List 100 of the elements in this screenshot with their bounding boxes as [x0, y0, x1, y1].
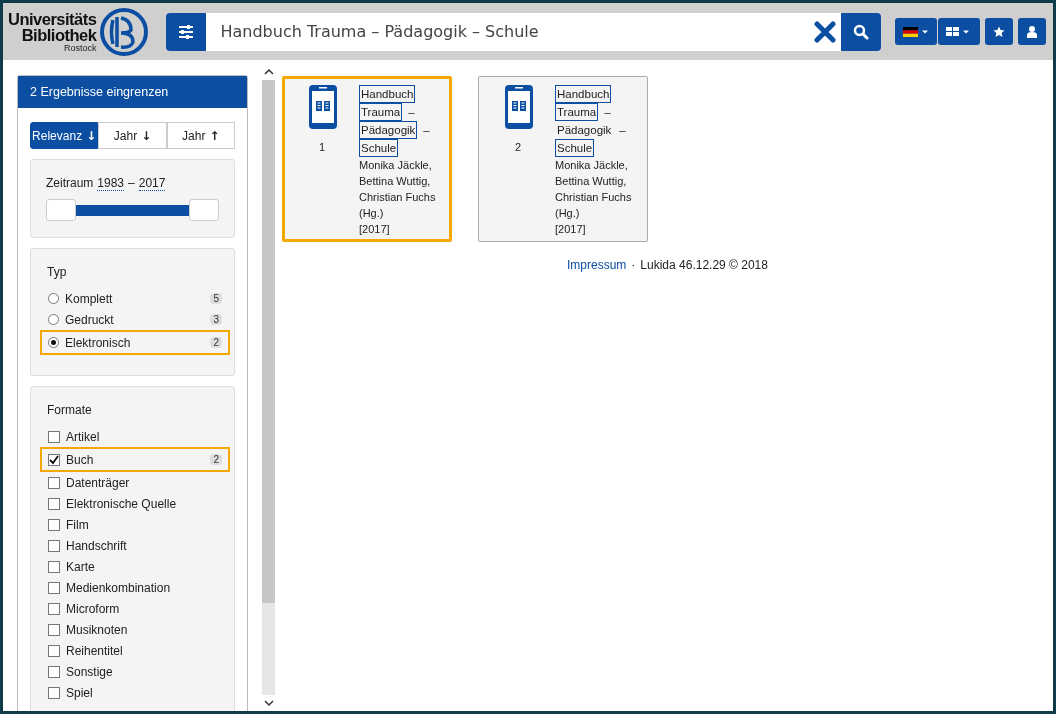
checkbox[interactable] [48, 476, 60, 489]
author-text: (Hg.) [555, 206, 581, 221]
author-text: Monika Jäckle, [359, 158, 433, 173]
sort-button[interactable]: Jahr ↑ [166, 122, 235, 149]
checkbox[interactable] [48, 686, 60, 699]
filter-option[interactable]: Komplett 5 [40, 288, 230, 309]
filter-option[interactable]: Gedruckt 3 [40, 309, 230, 330]
chevron-up-icon [263, 68, 274, 76]
ebook-icon [309, 85, 337, 129]
search-button[interactable] [841, 12, 882, 51]
filter-heading: Formate [46, 403, 93, 419]
option-label: Reihentitel [66, 643, 124, 658]
result-card[interactable]: 2 Handbuch Trauma – Pädagogik – Schule Monika Jäckle, Bettina Wuttig, Christian Fuchs (Hg.) [2017] [478, 76, 648, 242]
radio-button[interactable] [48, 293, 59, 304]
title-word: Handbuch [555, 85, 612, 103]
title-word: Trauma [555, 103, 599, 121]
logo-text: Rostock [63, 43, 97, 53]
option-label: Karte [66, 559, 96, 574]
option-label: Microform [66, 601, 121, 616]
option-label: Sonstige [66, 664, 114, 679]
impressum-link[interactable]: Impressum [567, 258, 627, 272]
result-number: 2 [515, 141, 522, 153]
count-badge: 5 [210, 293, 222, 304]
star-icon [993, 25, 1006, 38]
filter-option[interactable]: Musiknoten [40, 619, 230, 640]
filter-option[interactable]: Reihentitel [40, 640, 230, 661]
filter-option[interactable]: Elektronische Quelle [40, 493, 230, 514]
slider-handle[interactable] [189, 199, 219, 221]
author-text: Monika Jäckle, [555, 158, 629, 173]
checkbox[interactable] [48, 644, 60, 657]
slider-handle[interactable] [46, 199, 76, 221]
author-text: Bettina Wuttig, [359, 174, 432, 189]
checkbox[interactable] [48, 518, 60, 531]
option-label: Film [66, 517, 90, 532]
checkbox[interactable] [48, 453, 60, 466]
checkbox[interactable] [48, 539, 60, 552]
title-word: – [422, 123, 431, 138]
user-icon [1027, 25, 1038, 38]
checkbox[interactable] [48, 602, 60, 615]
year-from[interactable]: 1983 [97, 176, 125, 191]
option-label: Medienkombination [66, 580, 172, 595]
search-field[interactable]: Handbuch Trauma – Pädagogik – Schule [206, 12, 810, 51]
range-slider[interactable] [46, 199, 219, 221]
option-label: Buch [66, 452, 95, 467]
count-badge: 2 [210, 337, 222, 348]
language-button[interactable] [895, 18, 938, 45]
filter-option[interactable]: Karte [40, 556, 230, 577]
clear-button[interactable] [809, 12, 842, 51]
filter-option[interactable]: Buch 2 [40, 447, 230, 472]
title-word: Pädagogik [359, 121, 418, 139]
result-card[interactable]: 1 Handbuch Trauma – Pädagogik – Schule Monika Jäckle, Bettina Wuttig, Christian Fuchs (Hg.) [2017] [282, 76, 452, 242]
author-text: (Hg.) [359, 206, 385, 221]
option-label: Elektronische Quelle [66, 496, 178, 511]
filter-option[interactable]: Artikel [40, 426, 230, 447]
filter-option[interactable]: Sonstige [40, 661, 230, 682]
filter-option[interactable]: Microform [40, 598, 230, 619]
title-word: Trauma [359, 103, 403, 121]
panel-title: 2 Ergebnisse eingrenzen [18, 76, 247, 108]
close-icon [814, 20, 837, 43]
checkbox[interactable] [48, 430, 60, 443]
option-label: Spiel [66, 685, 94, 700]
radio-button[interactable] [48, 337, 59, 348]
logo-emblem-icon [100, 7, 149, 56]
flag-caret-icon [903, 26, 930, 37]
result-number: 1 [319, 141, 326, 153]
chevron-down-icon [263, 699, 274, 707]
author-text: Christian Fuchs [359, 190, 436, 205]
year-to[interactable]: 2017 [138, 176, 166, 191]
option-label: Gedruckt [65, 312, 115, 327]
view-button[interactable] [938, 18, 981, 45]
checkbox[interactable] [48, 623, 60, 636]
ebook-icon [505, 85, 533, 129]
filter-option[interactable]: Datenträger [40, 472, 230, 493]
favorites-button[interactable] [985, 18, 1014, 45]
author-text: Bettina Wuttig, [555, 174, 628, 189]
checkbox[interactable] [48, 497, 60, 510]
filter-option[interactable]: Film [40, 514, 230, 535]
filter-option[interactable]: Medienkombination [40, 577, 230, 598]
sort-button[interactable]: Relevanz ↓ [30, 122, 99, 149]
title-word: Schule [555, 139, 595, 157]
filter-settings-button[interactable] [166, 12, 207, 51]
checkbox[interactable] [48, 665, 60, 678]
radio-button[interactable] [48, 314, 59, 325]
filter-heading: Typ [46, 265, 68, 281]
checkbox[interactable] [48, 560, 60, 573]
separator-text: · [631, 258, 636, 272]
title-word: – [407, 105, 416, 120]
option-label: Datenträger [66, 475, 131, 490]
user-button[interactable] [1018, 18, 1047, 45]
checkbox[interactable] [48, 581, 60, 594]
logo-text: Bibliothek [21, 27, 97, 44]
option-label: Musiknoten [66, 622, 129, 637]
logo-text: Universitäts [8, 10, 97, 27]
filter-option[interactable]: Spiel [40, 682, 230, 703]
filter-option[interactable]: Handschrift [40, 535, 230, 556]
filter-option[interactable]: Elektronisch 2 [40, 330, 230, 355]
sort-button[interactable]: Jahr ↓ [98, 122, 167, 149]
period-label: Zeitraum [46, 176, 94, 191]
sliders-icon [178, 24, 195, 39]
year-text: [2017] [359, 222, 391, 237]
